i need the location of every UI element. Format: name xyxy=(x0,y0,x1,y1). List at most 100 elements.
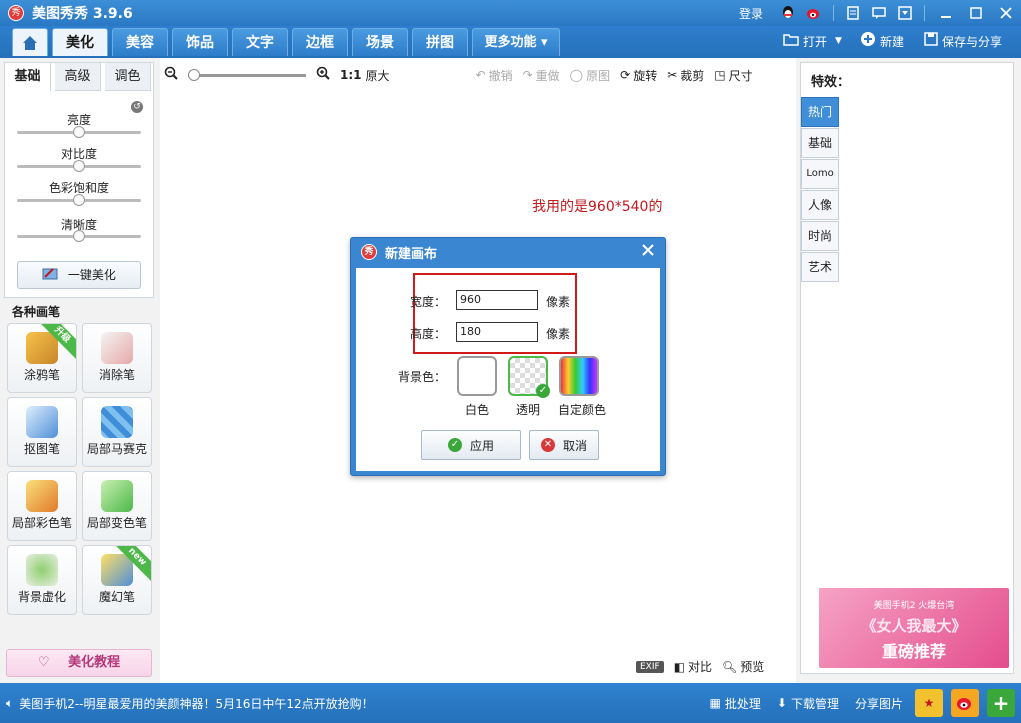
dialog-title: 新建画布 xyxy=(385,246,438,262)
brush-mosaic[interactable]: 局部马赛克 xyxy=(82,397,152,467)
cancel-label: 取消 xyxy=(562,438,587,453)
contrast-slider[interactable] xyxy=(17,160,141,172)
paint-bucket-icon xyxy=(101,480,133,512)
brightness-slider[interactable] xyxy=(17,126,141,138)
clarity-slider[interactable] xyxy=(17,230,141,242)
batch-button[interactable]: ▦ 批处理 xyxy=(710,695,761,712)
swatch-custom[interactable] xyxy=(559,356,599,396)
actual-size-ratio[interactable]: 1:1 xyxy=(340,68,362,82)
crop-button[interactable]: ✂ 裁剪 xyxy=(667,67,704,84)
brush-magic[interactable]: 魔幻笔 new xyxy=(82,545,152,615)
tab-beauty[interactable]: 美容 xyxy=(112,28,168,56)
zoom-slider[interactable] xyxy=(188,68,306,81)
promo-banner[interactable]: 美图手机2 火爆台湾 《女人我最大》 重磅推荐 xyxy=(819,588,1009,668)
weibo-share-icon[interactable] xyxy=(951,689,979,717)
eraser-icon xyxy=(101,332,133,364)
brushes-title: 各种画笔 xyxy=(12,305,61,319)
share-image-button[interactable]: 分享图片 xyxy=(855,695,903,712)
saturation-slider[interactable] xyxy=(17,194,141,206)
new-button[interactable]: 新建 xyxy=(860,26,904,56)
effects-tab-lomo[interactable]: Lomo xyxy=(801,159,839,189)
tab-more[interactable]: 更多功能 ▾ xyxy=(472,28,560,56)
home-tab[interactable] xyxy=(12,28,48,56)
rotate-button[interactable]: ⟳ 旋转 xyxy=(620,67,657,84)
open-label: 打开 xyxy=(803,34,828,49)
folder-icon xyxy=(783,32,799,50)
height-input[interactable]: 180 xyxy=(456,322,538,342)
resize-button[interactable]: ◳ 尺寸 xyxy=(714,67,752,84)
minimize-button[interactable] xyxy=(931,2,961,24)
crop-label: 裁剪 xyxy=(680,68,705,83)
slider-knob[interactable] xyxy=(73,160,85,172)
subtab-basic[interactable]: 基础 xyxy=(5,63,51,91)
tab-scene[interactable]: 场景 xyxy=(352,28,408,56)
apply-button[interactable]: ✓ 应用 xyxy=(421,430,521,460)
rotate-icon: ⟳ xyxy=(620,68,631,82)
brush-background-blur[interactable]: 背景虚化 xyxy=(7,545,77,615)
width-input[interactable]: 960 xyxy=(456,290,538,310)
slider-knob[interactable] xyxy=(73,230,85,242)
download-manager-button[interactable]: ⬇ 下载管理 xyxy=(777,695,839,712)
compare-button[interactable]: 对比 xyxy=(688,658,712,675)
add-plus-icon[interactable]: + xyxy=(987,689,1015,717)
effects-tab-art[interactable]: 艺术 xyxy=(801,252,839,282)
brush-cutout[interactable]: 抠图笔 xyxy=(7,397,77,467)
apply-label: 应用 xyxy=(469,438,494,453)
one-click-beautify-label: 一键美化 xyxy=(67,268,116,282)
weibo-icon[interactable] xyxy=(805,4,823,22)
tab-accessories[interactable]: 饰品 xyxy=(172,28,228,56)
tab-text[interactable]: 文字 xyxy=(232,28,288,56)
maximize-button[interactable] xyxy=(961,2,991,24)
app-logo-icon: 秀 xyxy=(361,244,377,260)
qq-icon[interactable] xyxy=(779,4,797,22)
tab-frame[interactable]: 边框 xyxy=(292,28,348,56)
skin-icon[interactable] xyxy=(896,4,914,22)
effects-tab-hot[interactable]: 热门 xyxy=(801,97,839,127)
beautify-tutorial-button[interactable]: ♡ 美化教程 xyxy=(6,649,152,677)
tab-beautify[interactable]: 美化 xyxy=(52,28,108,56)
actual-size-button[interactable]: 原大 xyxy=(366,67,390,84)
doc-icon[interactable] xyxy=(844,4,862,22)
login-link[interactable]: 登录 xyxy=(739,5,763,22)
brush-label: 局部彩色笔 xyxy=(11,516,72,530)
message-icon[interactable] xyxy=(870,4,888,22)
redo-button[interactable]: ↷ 重做 xyxy=(523,67,560,84)
slider-knob[interactable] xyxy=(73,194,85,206)
dialog-body: 宽度： 960 像素 高度： 180 像素 背景色： ✓ 白色 透明 自定颜色 … xyxy=(356,268,660,471)
close-button[interactable] xyxy=(991,2,1021,24)
zoom-in-icon[interactable] xyxy=(316,66,330,84)
brush-doodle[interactable]: 涂鸦笔 升级 xyxy=(7,323,77,393)
swatch-white[interactable] xyxy=(457,356,497,396)
swatch-custom-label: 自定颜色 xyxy=(557,403,606,417)
effects-tab-portrait[interactable]: 人像 xyxy=(801,190,839,220)
swatch-transparent[interactable]: ✓ xyxy=(508,356,550,398)
undo-button[interactable]: ↶ 撤销 xyxy=(476,67,513,84)
effects-tab-fashion[interactable]: 时尚 xyxy=(801,221,839,251)
zoom-out-icon[interactable] xyxy=(164,66,178,84)
subtab-color[interactable]: 调色 xyxy=(105,63,151,91)
brush-eraser[interactable]: 消除笔 xyxy=(82,323,152,393)
slider-knob[interactable] xyxy=(73,126,85,138)
favorite-star-icon[interactable]: ★ xyxy=(915,689,943,717)
dialog-close-button[interactable] xyxy=(641,242,655,261)
subtab-advanced[interactable]: 高级 xyxy=(55,63,101,91)
brush-partial-color[interactable]: 局部彩色笔 xyxy=(7,471,77,541)
brush-color-change[interactable]: 局部变色笔 xyxy=(82,471,152,541)
new-label: 新建 xyxy=(880,34,905,49)
resize-label: 尺寸 xyxy=(728,68,753,83)
original-button[interactable]: ◯ 原图 xyxy=(570,67,610,84)
tab-collage[interactable]: 拼图 xyxy=(412,28,468,56)
exif-button[interactable]: EXIF xyxy=(636,660,664,673)
preview-button[interactable]: 预览 xyxy=(740,658,764,675)
cancel-button[interactable]: ✕ 取消 xyxy=(529,430,599,460)
status-message[interactable]: 美图手机2--明星最爱用的美颜神器！5月16日中午12点开放抢购！ xyxy=(19,695,373,712)
open-button[interactable]: 打开 ▼ xyxy=(783,26,842,56)
one-click-beautify-button[interactable]: 一键美化 xyxy=(17,261,141,289)
save-share-button[interactable]: 保存与分享 xyxy=(924,26,1002,56)
plus-circle-icon xyxy=(860,31,876,51)
zoom-knob[interactable] xyxy=(188,68,200,81)
original-label: 原图 xyxy=(586,68,611,83)
brush-label: 局部变色笔 xyxy=(86,516,147,530)
close-icon xyxy=(642,244,654,256)
effects-tab-basic[interactable]: 基础 xyxy=(801,128,839,158)
